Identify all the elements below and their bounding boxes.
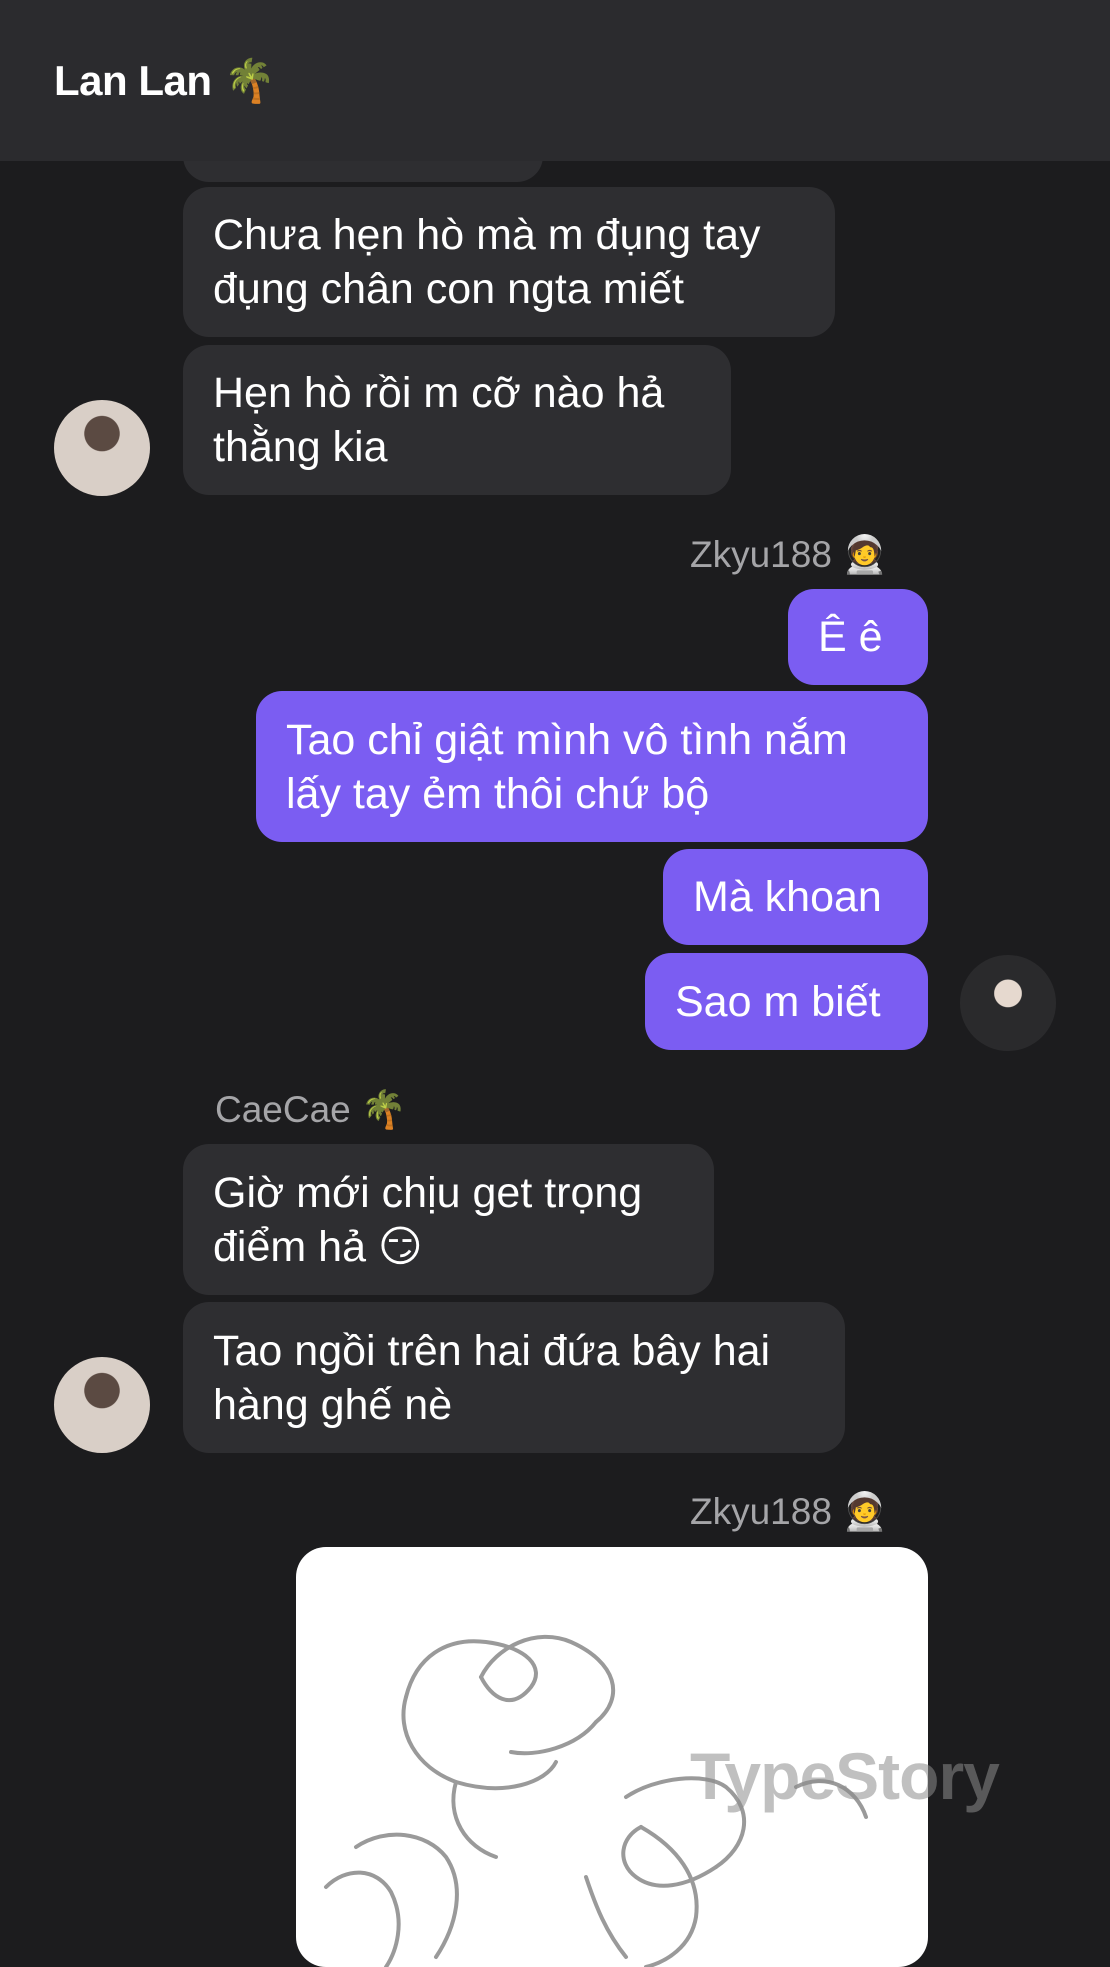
message-bubble[interactable]: Tao chỉ giật mình vô tình nắm lấy tay ẻm… [256, 691, 928, 842]
message-bubble[interactable]: Tao ngồi trên hai đứa bây hai hàng ghế n… [183, 1302, 845, 1453]
message-text: Ê ê [818, 613, 883, 661]
sender-name: Zkyu188 🧑‍🚀 [690, 1490, 888, 1533]
message-bubble[interactable]: Giờ mới chịu get trọng điểm hả 😏 [183, 1144, 714, 1295]
chat-header: Lan Lan 🌴 [0, 0, 1110, 161]
palm-tree-icon: 🌴 [360, 1088, 407, 1131]
message-text: Sao m biết [675, 977, 881, 1026]
sender-name: Zkyu188 🧑‍🚀 [690, 533, 888, 576]
message-text: Hẹn hò rồi m cỡ nào hả thằng kia [213, 369, 665, 471]
chat-title[interactable]: Lan Lan 🌴 [54, 55, 276, 106]
message-bubble[interactable]: Ê ê [788, 589, 928, 685]
message-bubble[interactable]: Hẹn hò rồi m cỡ nào hả thằng kia [183, 345, 731, 495]
astronaut-icon: 🧑‍🚀 [841, 533, 888, 576]
message-text: Tao ngồi trên hai đứa bây hai hàng ghế n… [213, 1326, 771, 1429]
message-text: Mà khoan [693, 873, 882, 921]
avatar[interactable] [54, 400, 150, 496]
message-bubble[interactable]: Chưa hẹn hò mà m đụng tay đụng chân con … [183, 187, 835, 337]
watermark: TypeStory [690, 1739, 1000, 1813]
message-text: Giờ mới chịu get trọng điểm hả 😏 [213, 1168, 643, 1271]
avatar[interactable] [54, 1357, 150, 1453]
message-bubble[interactable]: Sao m biết [645, 953, 928, 1050]
avatar[interactable] [960, 955, 1056, 1051]
message-text: Tao chỉ giật mình vô tình nắm lấy tay ẻm… [286, 715, 848, 818]
palm-tree-icon: 🌴 [223, 55, 276, 105]
message-bubble[interactable]: Mà khoan [663, 849, 928, 945]
message-text: Chưa hẹn hò mà m đụng tay đụng chân con … [213, 211, 761, 313]
astronaut-icon: 🧑‍🚀 [841, 1490, 888, 1533]
chat-title-text: Lan Lan [54, 56, 212, 104]
sender-name: CaeCae 🌴 [215, 1088, 407, 1131]
